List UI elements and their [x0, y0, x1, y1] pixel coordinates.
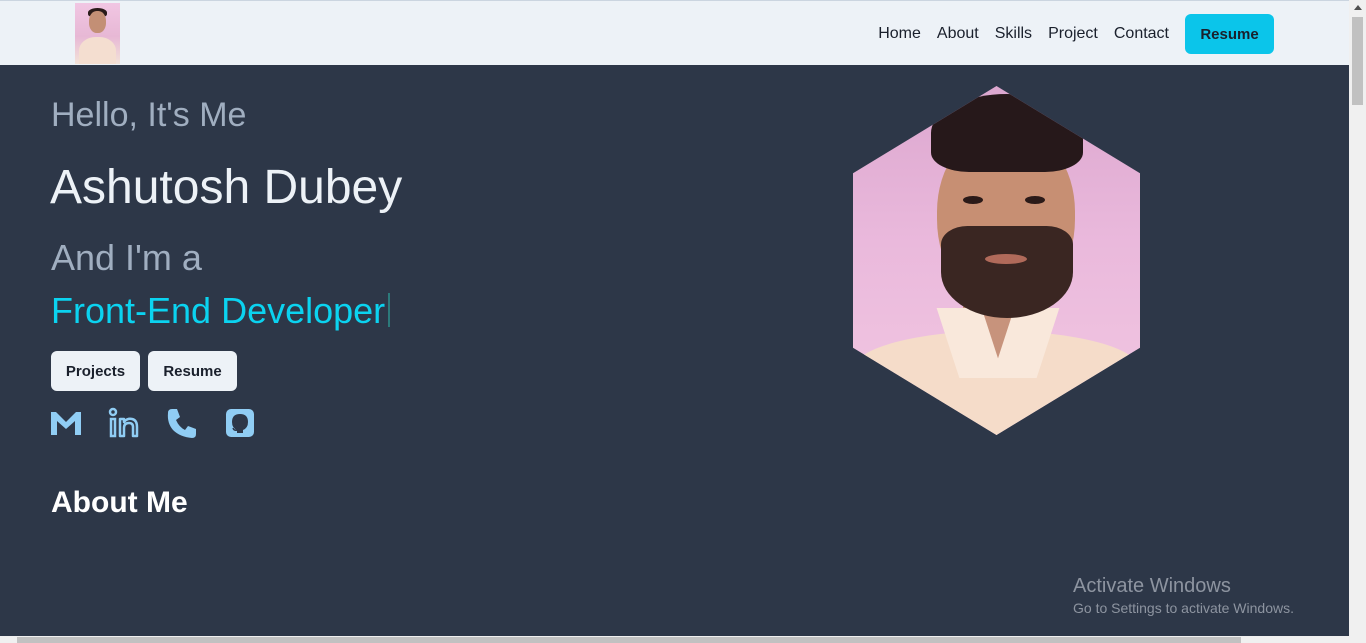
nav-link-skills[interactable]: Skills [995, 14, 1032, 54]
nav-resume-button[interactable]: Resume [1185, 14, 1274, 54]
nav-link-project[interactable]: Project [1048, 14, 1098, 54]
hero-role-text: Front-End Developer [51, 290, 386, 331]
hero-role: Front-End Developer [51, 290, 391, 332]
navbar: Home About Skills Project Contact Resume [0, 0, 1349, 65]
about-heading: About Me [51, 486, 188, 519]
scroll-up-arrow-icon[interactable] [1354, 5, 1362, 10]
nav-link-home[interactable]: Home [878, 14, 921, 54]
hero-role-prefix: And I'm a [51, 237, 202, 278]
watermark-title: Activate Windows [1073, 575, 1231, 597]
profile-photo [853, 86, 1140, 435]
nav-links: Home About Skills Project Contact Resume [878, 14, 1274, 54]
vertical-scroll-thumb[interactable] [1352, 17, 1363, 105]
watermark-subtitle: Go to Settings to activate Windows. [1073, 600, 1294, 616]
logo-avatar[interactable] [75, 3, 120, 64]
typing-cursor [388, 293, 391, 327]
hero-greeting: Hello, It's Me [51, 96, 247, 134]
nav-link-about[interactable]: About [937, 14, 979, 54]
horizontal-scroll-thumb[interactable] [17, 637, 1241, 643]
github-icon[interactable] [224, 407, 256, 439]
phone-icon[interactable] [166, 407, 198, 439]
nav-link-contact[interactable]: Contact [1114, 14, 1169, 54]
projects-button[interactable]: Projects [51, 351, 140, 391]
vertical-scrollbar[interactable] [1349, 0, 1366, 636]
resume-button[interactable]: Resume [148, 351, 237, 391]
hero-name: Ashutosh Dubey [50, 161, 403, 214]
horizontal-scrollbar[interactable] [0, 636, 1366, 643]
gmail-icon[interactable] [50, 407, 82, 439]
windows-activation-watermark: Activate Windows Go to Settings to activ… [1073, 575, 1294, 616]
linkedin-icon[interactable] [108, 407, 140, 439]
